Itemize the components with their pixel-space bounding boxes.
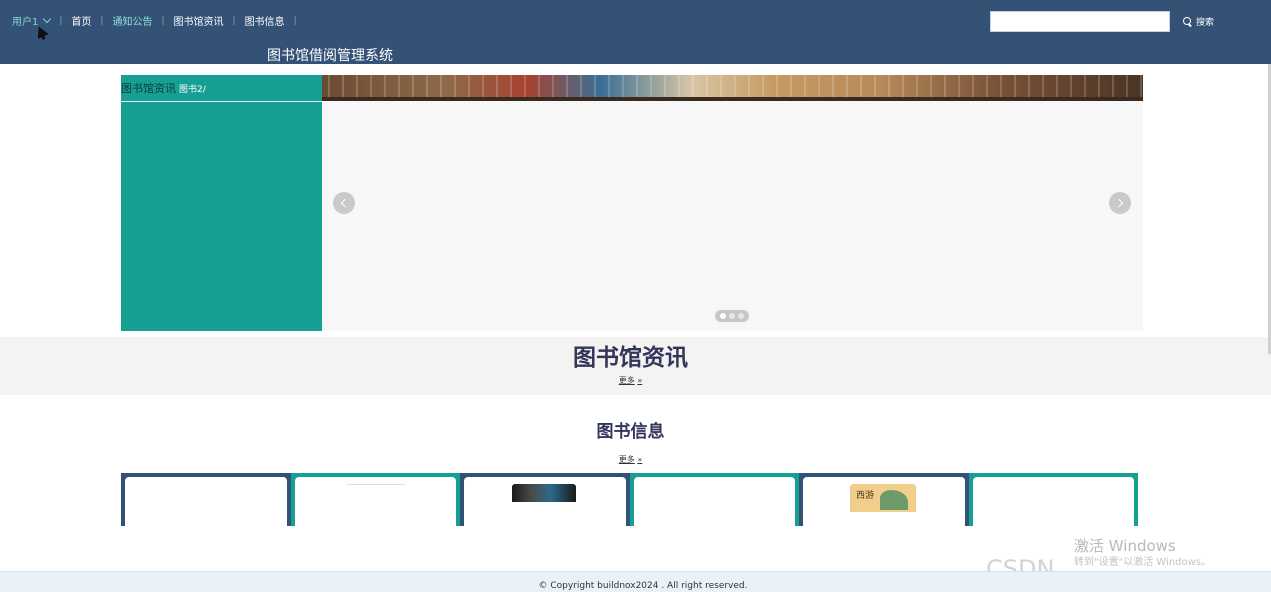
- book-card-row: 西游: [121, 473, 1138, 526]
- book-card[interactable]: [968, 473, 1138, 526]
- search-input[interactable]: [990, 11, 1170, 32]
- image-carousel: [322, 75, 1143, 331]
- main-nav: 用户1 | 首页 | 通知公告 | 图书馆资讯 | 图书信息 |: [12, 13, 306, 28]
- book-thumbnail-edge: [346, 484, 405, 485]
- footer-copyright: © Copyright buildnox2024 . All right res…: [538, 581, 748, 591]
- carousel-next-button[interactable]: [1109, 192, 1131, 214]
- nav-separator: |: [232, 15, 236, 26]
- book-thumbnail: [512, 484, 576, 502]
- search-button[interactable]: 搜索: [1183, 15, 1214, 28]
- side-panel-subitem[interactable]: 图书2/: [179, 82, 206, 95]
- user-name: 用户1: [12, 17, 39, 28]
- footer: © Copyright buildnox2024 . All right res…: [0, 571, 1271, 592]
- book-card-body: [633, 477, 795, 526]
- side-panel-heading[interactable]: 图书馆资讯: [121, 80, 176, 96]
- book-card-body: [972, 477, 1134, 526]
- books-more-label: 更多: [618, 455, 635, 464]
- bookshelf-banner-image: [322, 75, 1143, 101]
- top-navbar: 用户1 | 首页 | 通知公告 | 图书馆资讯 | 图书信息 | 搜索 图书馆借…: [0, 0, 1271, 64]
- book-card[interactable]: [290, 473, 460, 526]
- nav-notices[interactable]: 通知公告: [112, 13, 152, 28]
- carousel-dot[interactable]: [738, 313, 744, 319]
- side-panel: 图书馆资讯 图书2/: [121, 75, 322, 331]
- news-more-link[interactable]: 更多 »: [0, 375, 1261, 386]
- chevron-down-icon: [43, 14, 52, 24]
- news-more-label: 更多: [618, 376, 635, 385]
- library-news-section: 图书馆资讯 更多 »: [0, 337, 1271, 395]
- nav-library-news[interactable]: 图书馆资讯: [174, 13, 224, 28]
- book-thumbnail-text: 西游: [856, 491, 875, 501]
- search-label: 搜索: [1196, 18, 1215, 28]
- book-card-body: 西游: [803, 477, 965, 526]
- double-chevron-right-icon: »: [637, 455, 643, 464]
- nav-separator: |: [161, 15, 165, 26]
- library-news-title: 图书馆资讯: [573, 345, 688, 371]
- books-more-link[interactable]: 更多 »: [0, 454, 1261, 465]
- nav-separator: |: [293, 15, 297, 26]
- nav-separator: |: [59, 15, 63, 26]
- book-card[interactable]: [460, 473, 630, 526]
- book-card-body: [125, 477, 287, 526]
- site-title: 图书馆借阅管理系统: [267, 48, 393, 64]
- book-card-body: [294, 477, 456, 526]
- nav-separator: |: [100, 15, 104, 26]
- search-icon: [1183, 17, 1192, 26]
- book-card-body: [464, 477, 626, 526]
- carousel-prev-button[interactable]: [333, 192, 355, 214]
- nav-book-info[interactable]: 图书信息: [245, 13, 285, 28]
- book-thumbnail: 西游: [850, 484, 916, 512]
- nav-home[interactable]: 首页: [71, 13, 91, 28]
- carousel-dot[interactable]: [729, 313, 735, 319]
- book-card[interactable]: [629, 473, 799, 526]
- carousel-dot[interactable]: [720, 313, 726, 319]
- book-info-title: 图书信息: [596, 422, 665, 442]
- double-chevron-right-icon: »: [637, 376, 643, 385]
- book-card[interactable]: [121, 473, 291, 526]
- side-panel-header: 图书馆资讯 图书2/: [121, 75, 322, 102]
- carousel-indicators: [715, 310, 749, 322]
- book-card[interactable]: 西游: [799, 473, 969, 526]
